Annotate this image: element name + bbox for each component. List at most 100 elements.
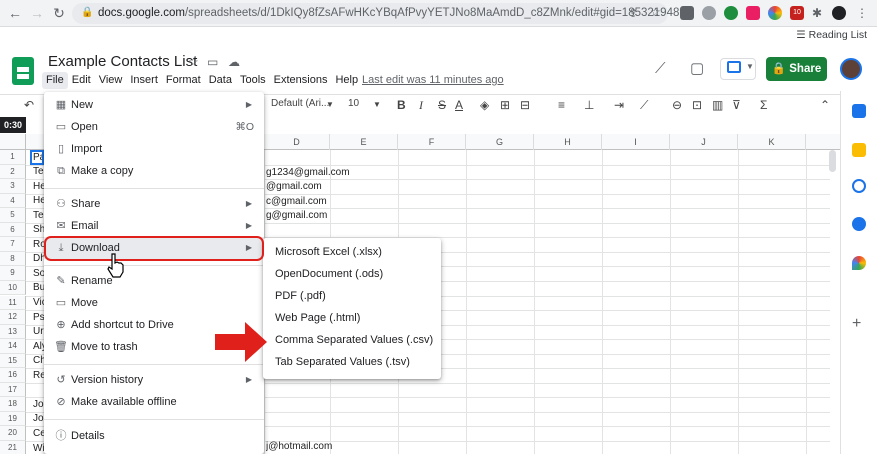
align-vertical-icon[interactable]: ⊥ bbox=[584, 98, 594, 112]
cell-email[interactable]: j@hotmail.com bbox=[266, 440, 332, 454]
move-folder-icon[interactable]: ▭ bbox=[207, 55, 218, 69]
download-tsv[interactable]: Tab Separated Values (.tsv) bbox=[275, 351, 410, 373]
cell-name[interactable]: Ps bbox=[33, 311, 45, 325]
align-horizontal-icon[interactable]: ≡ bbox=[558, 98, 565, 112]
row-header[interactable]: 14 bbox=[0, 339, 26, 354]
file-menu-version-history[interactable]: ↺ Version history ▶ bbox=[44, 369, 264, 391]
row-header[interactable]: 17 bbox=[0, 382, 26, 398]
reading-list-button[interactable]: ☰ Reading List bbox=[796, 29, 867, 41]
row-header[interactable]: 7 bbox=[0, 237, 26, 252]
column-header[interactable]: D bbox=[264, 134, 330, 150]
text-wrap-icon[interactable]: ⇥ bbox=[614, 98, 624, 112]
menu-help[interactable]: Help bbox=[331, 72, 362, 89]
column-header[interactable]: F bbox=[398, 134, 466, 150]
select-all-corner[interactable] bbox=[0, 134, 26, 150]
fill-color-icon[interactable]: ◈ bbox=[480, 98, 489, 112]
cell-email[interactable]: @gmail.com bbox=[266, 180, 322, 194]
column-header[interactable]: E bbox=[330, 134, 398, 150]
menu-file[interactable]: File bbox=[42, 72, 68, 89]
merge-cells-icon[interactable]: ⊟ bbox=[520, 98, 530, 112]
install-app-icon[interactable]: ⇪ bbox=[628, 6, 638, 20]
download-html[interactable]: Web Page (.html) bbox=[275, 307, 360, 329]
size-chevron-icon[interactable]: ▼ bbox=[373, 100, 381, 109]
calendar-extension-icon[interactable]: 10 bbox=[790, 6, 804, 20]
keep-icon[interactable] bbox=[852, 143, 866, 157]
download-csv[interactable]: Comma Separated Values (.csv) bbox=[275, 329, 433, 351]
download-ods[interactable]: OpenDocument (.ods) bbox=[275, 263, 383, 285]
row-header[interactable]: 19 bbox=[0, 411, 26, 427]
download-xlsx[interactable]: Microsoft Excel (.xlsx) bbox=[275, 241, 382, 263]
row-header[interactable]: 9 bbox=[0, 266, 26, 281]
last-edit-link[interactable]: Last edit was 11 minutes ago bbox=[362, 74, 504, 86]
camera-extension-icon[interactable] bbox=[702, 6, 716, 20]
puzzle-icon[interactable]: ✱ bbox=[812, 6, 826, 20]
row-header[interactable]: 16 bbox=[0, 368, 26, 383]
file-menu-open[interactable]: ▭ Open ⌘O bbox=[44, 116, 264, 138]
text-color-button[interactable]: A bbox=[455, 98, 463, 112]
file-menu-new[interactable]: ▦ New ▶ bbox=[44, 94, 264, 116]
file-menu-make-copy[interactable]: ⧉ Make a copy bbox=[44, 160, 264, 182]
cell-name[interactable]: Te bbox=[33, 165, 44, 179]
vertical-scrollbar[interactable] bbox=[829, 150, 836, 172]
font-chevron-icon[interactable]: ▼ bbox=[326, 100, 334, 109]
insert-chart-icon[interactable]: ▥ bbox=[712, 98, 723, 112]
activity-trend-icon[interactable]: ⟋ bbox=[655, 60, 666, 77]
row-header[interactable]: 8 bbox=[0, 251, 26, 267]
download-pdf[interactable]: PDF (.pdf) bbox=[275, 285, 326, 307]
document-title[interactable]: Example Contacts List bbox=[48, 53, 197, 70]
row-header[interactable]: 3 bbox=[0, 179, 26, 194]
address-bar[interactable]: 🔒 docs.google.com/spreadsheets/d/1DkIQy8… bbox=[72, 3, 686, 24]
row-header[interactable]: 10 bbox=[0, 280, 26, 296]
row-header[interactable]: 1 bbox=[0, 150, 26, 165]
bold-button[interactable]: B bbox=[397, 98, 406, 112]
borders-icon[interactable]: ⊞ bbox=[500, 98, 510, 112]
text-rotation-icon[interactable]: ⟋ bbox=[640, 98, 648, 113]
font-size-select[interactable]: 10 bbox=[348, 98, 359, 109]
file-menu-move[interactable]: ▭ Move bbox=[44, 292, 264, 314]
cell-email[interactable]: g1234@gmail.com bbox=[266, 166, 350, 180]
row-header[interactable]: 12 bbox=[0, 310, 26, 325]
row-header[interactable]: 15 bbox=[0, 353, 26, 369]
column-header[interactable]: K bbox=[738, 134, 806, 150]
calendar-icon[interactable] bbox=[852, 104, 866, 118]
menu-edit[interactable]: Edit bbox=[68, 72, 95, 89]
present-button[interactable]: ▼ bbox=[720, 58, 756, 80]
row-header[interactable]: 13 bbox=[0, 324, 26, 340]
color-picker-extension-icon[interactable] bbox=[768, 6, 782, 20]
cell-name[interactable]: Jo bbox=[33, 398, 44, 412]
file-menu-details[interactable]: ⓘ Details bbox=[44, 425, 264, 447]
file-menu-email[interactable]: ✉ Email ▶ bbox=[44, 215, 264, 237]
row-header[interactable]: 20 bbox=[0, 426, 26, 441]
row-header[interactable]: 5 bbox=[0, 208, 26, 223]
devtools-extension-icon[interactable] bbox=[680, 6, 694, 20]
cell-name[interactable]: Ur bbox=[33, 325, 44, 339]
reload-icon[interactable]: ↻ bbox=[50, 4, 68, 22]
file-menu-rename[interactable]: ✎ Rename bbox=[44, 270, 264, 292]
menu-insert[interactable]: Insert bbox=[126, 72, 162, 89]
row-header[interactable]: 18 bbox=[0, 397, 26, 412]
sheets-logo-icon[interactable] bbox=[12, 57, 34, 85]
collapse-toolbar-icon[interactable]: ⌃ bbox=[820, 98, 830, 112]
back-icon[interactable]: ← bbox=[6, 4, 24, 22]
font-family-select[interactable]: Default (Ari... bbox=[271, 98, 329, 109]
row-header[interactable]: 2 bbox=[0, 164, 26, 180]
tasks-icon[interactable] bbox=[852, 179, 866, 193]
column-header[interactable]: I bbox=[602, 134, 670, 150]
undo-icon[interactable]: ↶ bbox=[24, 98, 34, 112]
insert-comment-icon[interactable]: ⊡ bbox=[692, 98, 702, 112]
cell-name[interactable]: Jo bbox=[33, 412, 44, 426]
maps-icon[interactable] bbox=[852, 256, 866, 270]
row-header[interactable]: 4 bbox=[0, 193, 26, 209]
menu-extensions[interactable]: Extensions bbox=[270, 72, 332, 89]
add-addon-icon[interactable]: + bbox=[852, 315, 861, 333]
row-header[interactable]: 6 bbox=[0, 222, 26, 238]
share-button[interactable]: 🔒 Share bbox=[766, 57, 827, 81]
selected-cell[interactable] bbox=[30, 150, 44, 165]
file-menu-share[interactable]: ⚇ Share ▶ bbox=[44, 193, 264, 215]
comments-icon[interactable]: ▢ bbox=[690, 59, 704, 77]
menu-view[interactable]: View bbox=[95, 72, 127, 89]
insert-link-icon[interactable]: ⊖ bbox=[672, 98, 682, 112]
column-header[interactable]: G bbox=[466, 134, 534, 150]
grammarly-extension-icon[interactable] bbox=[724, 6, 738, 20]
cell-name[interactable]: Wi bbox=[33, 442, 45, 454]
